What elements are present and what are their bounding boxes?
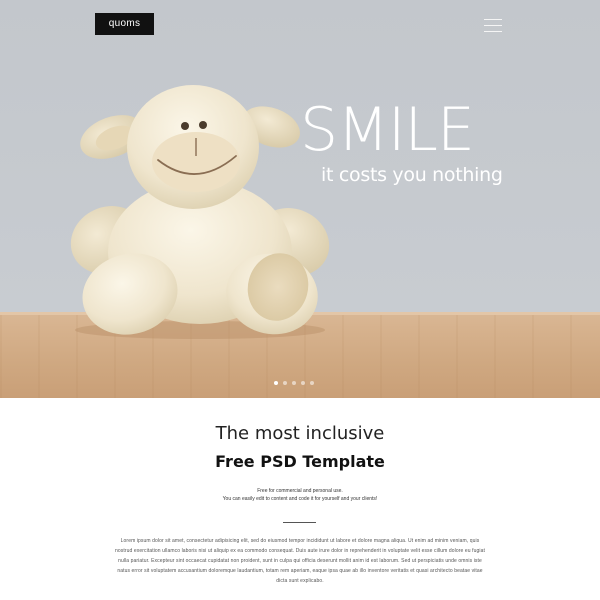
intro-heading: The most inclusive (215, 423, 385, 444)
slider-dot-3[interactable] (292, 381, 296, 385)
intro-subheading: Free PSD Template (215, 452, 385, 471)
menu-icon-bar (484, 25, 502, 26)
section-divider (283, 522, 316, 523)
hero-slider: quoms SMILE it costs you nothing (0, 0, 600, 398)
slider-dot-1[interactable] (274, 381, 278, 385)
menu-icon-bar (484, 31, 502, 32)
intro-section: The most inclusive Free PSD Template Fre… (0, 398, 600, 600)
hero-subheadline: it costs you nothing (321, 164, 503, 186)
slider-dot-4[interactable] (301, 381, 305, 385)
slider-dot-5[interactable] (310, 381, 314, 385)
slider-dot-2[interactable] (283, 381, 287, 385)
slider-pagination (274, 381, 324, 387)
intro-body-text: Lorem ipsum dolor sit amet, consectetur … (115, 538, 485, 584)
hero-headline: SMILE (300, 95, 475, 165)
page: quoms SMILE it costs you nothing The mos… (0, 0, 600, 600)
menu-icon-bar (484, 19, 502, 20)
hamburger-menu-icon[interactable] (484, 17, 502, 33)
intro-note-line-1: Free for commercial and personal use. (257, 488, 343, 494)
site-logo[interactable]: quoms (95, 13, 154, 35)
intro-note-line-2: You can easily edit to content and code … (222, 496, 378, 502)
